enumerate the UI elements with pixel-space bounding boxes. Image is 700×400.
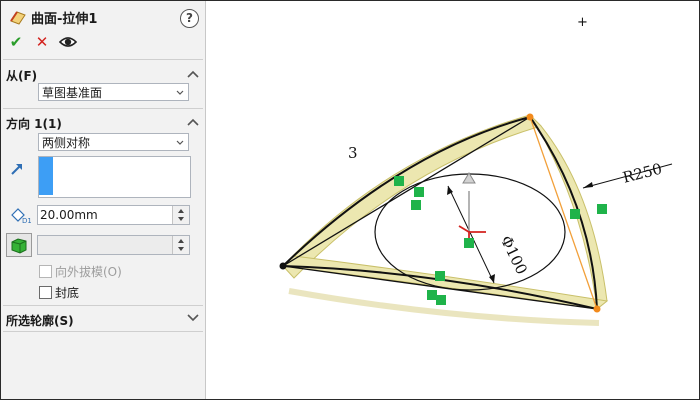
relation-tangent-icon[interactable] [427,290,437,300]
direction-section-title: 方向 1(1) [6,117,62,131]
direction-reference-list[interactable] [38,156,191,198]
from-section-title: 从(F) [6,69,38,83]
origin-triad [458,172,486,245]
end-condition-select[interactable]: 两侧对称 [38,133,189,151]
cap-end-label: 封底 [55,286,80,300]
draft-angle-input[interactable] [37,235,190,255]
feature-title: 曲面-拉伸1 [31,12,98,27]
extruded-surface [281,114,609,326]
from-select[interactable]: 草图基准面 [38,83,189,101]
dimension-diameter[interactable]: Φ100 [447,185,531,284]
relation-tangent-icon[interactable] [394,176,404,186]
depth-value: 20.00mm [40,208,98,222]
collapse-chevron-icon[interactable] [187,70,199,78]
property-manager: 曲面-拉伸1 ? ✔ ✕ 从(F) 草图基准面 方向 1(1) 两侧对称 D1 … [1,1,206,399]
divider [3,108,203,109]
depth-stepper[interactable] [172,206,189,224]
draft-angle-stepper[interactable] [172,236,189,254]
divider [3,305,203,306]
ok-button[interactable]: ✔ [7,33,25,51]
divider [3,331,203,332]
mouse-cursor: + [577,15,588,30]
relation-tangent-icon[interactable] [435,271,445,281]
selected-contours-title: 所选轮廓(S) [6,314,74,328]
sketch-vertex[interactable] [279,262,287,270]
draft-outward-checkbox[interactable] [39,265,52,278]
expand-chevron-icon[interactable] [187,314,199,322]
graphics-viewport[interactable]: Φ100 R250 3 + [207,1,698,399]
help-icon[interactable]: ? [180,9,199,28]
sketch-dimension-number[interactable]: 3 [348,144,358,162]
collapse-chevron-icon[interactable] [187,118,199,126]
draft-icon [11,238,27,254]
dimension-radius[interactable]: R250 [582,160,673,189]
diameter-dimension-text[interactable]: Φ100 [497,233,531,278]
depth-input[interactable]: 20.00mm [37,205,190,225]
svg-text:D1: D1 [22,217,31,224]
extrude-surface-icon [10,11,26,25]
radius-dimension-text[interactable]: R250 [621,160,664,187]
relation-coincident-icon[interactable] [411,200,421,210]
relation-coincident-icon[interactable] [464,238,474,248]
feature-header: 曲面-拉伸1 ? [1,5,205,29]
selection-highlight [39,157,53,195]
divider [3,59,203,60]
end-condition-value: 两侧对称 [42,136,91,150]
relation-tangent-icon[interactable] [414,187,424,197]
chevron-down-icon [176,140,184,145]
draft-toggle-button[interactable] [6,233,32,257]
cap-end-checkbox[interactable] [39,286,52,299]
cancel-button[interactable]: ✕ [33,33,51,51]
sketch-vertex[interactable] [593,305,601,313]
preview-eye-icon[interactable] [59,33,77,51]
depth-icon: D1 [11,208,31,224]
from-select-value: 草图基准面 [42,86,103,100]
draft-outward-label: 向外拔模(O) [55,265,122,279]
relation-tangent-icon[interactable] [597,204,607,214]
direction-arrow-icon[interactable] [9,161,25,177]
sketch-vertex[interactable] [526,113,534,121]
relation-tangent-icon[interactable] [570,209,580,219]
chevron-down-icon [176,90,184,95]
relation-horizontal-icon[interactable] [436,295,446,305]
